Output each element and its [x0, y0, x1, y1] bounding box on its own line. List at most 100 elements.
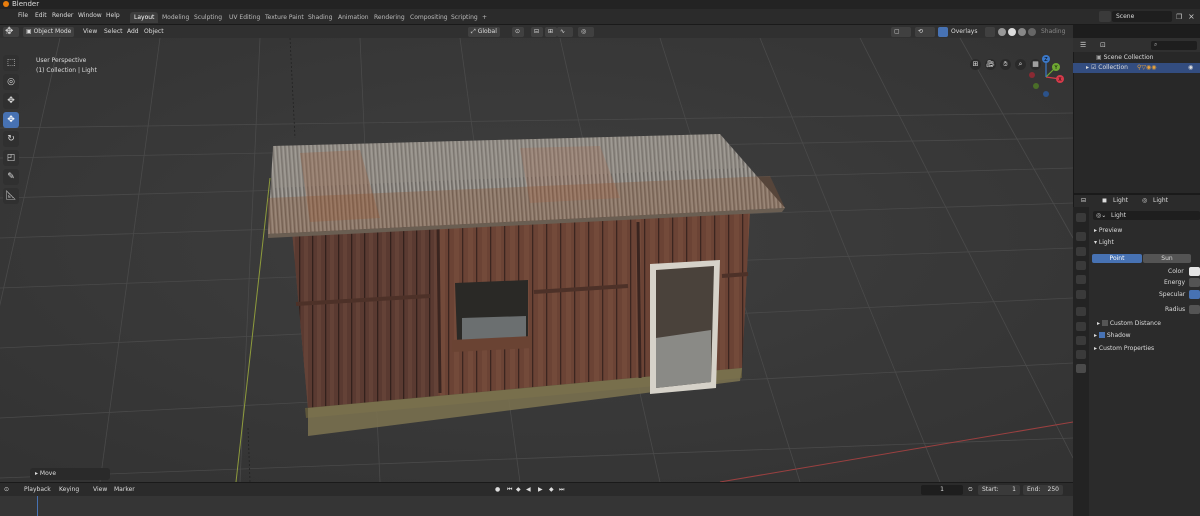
- menu-file[interactable]: File: [18, 12, 28, 19]
- object-tab-icon[interactable]: [1076, 307, 1086, 316]
- shading-solid-icon[interactable]: [1008, 28, 1016, 36]
- play-icon[interactable]: ▶: [538, 486, 543, 493]
- shading-material-icon[interactable]: [1018, 28, 1026, 36]
- render-tab-icon[interactable]: [1076, 232, 1086, 241]
- move-tool-active-icon[interactable]: ✥: [3, 112, 19, 128]
- gizmos-icon[interactable]: ⟲: [915, 27, 935, 37]
- proportional-edit-icon[interactable]: ∿: [557, 27, 573, 37]
- preview-panel-header[interactable]: ▸ Preview: [1094, 227, 1122, 234]
- custom-distance-checkbox[interactable]: [1101, 320, 1108, 326]
- energy-field[interactable]: [1189, 278, 1200, 287]
- color-swatch[interactable]: [1189, 267, 1200, 276]
- specular-slider[interactable]: [1189, 290, 1200, 299]
- view-layer-tab-icon[interactable]: [1076, 261, 1086, 270]
- tab-compositing[interactable]: Compositing: [406, 12, 452, 23]
- radius-field[interactable]: [1189, 305, 1200, 314]
- datablock-browse-icon[interactable]: ◎⌄: [1096, 212, 1106, 219]
- visibility-eye-icon[interactable]: ◉: [1188, 63, 1193, 73]
- perspective-toggle-icon[interactable]: ▦: [1030, 59, 1041, 70]
- hand-pan-icon[interactable]: ✋︎: [1000, 59, 1011, 70]
- tab-rendering[interactable]: Rendering: [370, 12, 409, 23]
- tab-texture-paint[interactable]: Texture Paint: [261, 12, 308, 23]
- scale-icon[interactable]: ◰: [3, 150, 19, 166]
- visibility-icon[interactable]: ◎: [578, 27, 594, 37]
- scene-field[interactable]: Scene: [1112, 11, 1172, 22]
- jump-end-icon[interactable]: ⏭: [559, 486, 564, 494]
- view-camera-grid-icon[interactable]: ⊞: [970, 59, 981, 70]
- snap-toggle-icon[interactable]: ⊟: [531, 27, 543, 37]
- scene-copy-icon[interactable]: ❐: [1176, 13, 1184, 21]
- select-box-icon[interactable]: ⬚: [3, 55, 19, 71]
- tab-scripting[interactable]: Scripting: [447, 12, 482, 23]
- scene-tab-icon[interactable]: [1076, 275, 1086, 284]
- expand-arrow-icon[interactable]: ▸: [1086, 64, 1089, 71]
- tab-modeling[interactable]: Modeling: [158, 12, 193, 23]
- shadow-panel-header[interactable]: ▸ Shadow: [1094, 332, 1131, 339]
- marker-menu[interactable]: Marker: [114, 486, 135, 493]
- mode-dropdown[interactable]: ▣ Object Mode: [23, 27, 75, 37]
- keying-menu[interactable]: Keying: [59, 486, 79, 493]
- rotate-icon[interactable]: ↻: [3, 131, 19, 147]
- shadow-checkbox[interactable]: [1098, 332, 1105, 338]
- tab-uv-editing[interactable]: UV Editing: [225, 12, 264, 23]
- navigation-gizmo[interactable]: X Y Z: [1022, 53, 1070, 103]
- record-icon[interactable]: ●: [495, 486, 500, 493]
- camera-icon[interactable]: 🎥︎: [985, 59, 996, 70]
- add-workspace-button[interactable]: +: [478, 12, 491, 23]
- collection-row[interactable]: ▸ ☑ Collection ⚲▽◉◉ ◉: [1073, 63, 1200, 73]
- xray-icon[interactable]: [985, 27, 995, 37]
- light-data-tab-icon[interactable]: [1076, 364, 1086, 373]
- last-operator-panel[interactable]: ▸ Move: [30, 468, 110, 480]
- constraints-tab-icon[interactable]: [1076, 350, 1086, 359]
- outliner-editor-icon[interactable]: ☰: [1080, 41, 1086, 49]
- light-type-point[interactable]: Point: [1092, 254, 1142, 263]
- gizmo-neg-x-icon[interactable]: [1029, 72, 1035, 78]
- properties-editor-icon[interactable]: ⊟: [1081, 197, 1086, 204]
- 3d-viewport[interactable]: X Y Z: [0, 38, 1073, 482]
- current-frame-field[interactable]: 1: [921, 485, 963, 495]
- next-keyframe-icon[interactable]: ◆: [549, 486, 554, 493]
- light-type-sun[interactable]: Sun: [1143, 254, 1191, 263]
- snap-target-icon[interactable]: ⊞: [545, 27, 557, 37]
- start-frame-field[interactable]: Start: 1: [978, 485, 1020, 495]
- custom-distance-panel-header[interactable]: ▸ Custom Distance: [1097, 320, 1161, 327]
- end-frame-field[interactable]: End: 250: [1023, 485, 1063, 495]
- pivot-icon[interactable]: ⊙: [512, 27, 524, 37]
- playhead[interactable]: [37, 496, 38, 516]
- light-panel-header[interactable]: ▾ Light: [1094, 239, 1114, 246]
- gizmo-neg-z-icon[interactable]: [1043, 91, 1049, 97]
- play-reverse-icon[interactable]: ◀: [526, 486, 531, 493]
- view-menu[interactable]: View: [80, 27, 100, 37]
- scene-browse-icon[interactable]: [1099, 11, 1111, 22]
- scene-collection-row[interactable]: ▣ Scene Collection: [1073, 53, 1200, 63]
- orientation-dropdown[interactable]: ⤢ Global: [468, 27, 500, 37]
- collection-check-icon[interactable]: ☑: [1091, 64, 1096, 71]
- modifiers-tab-icon[interactable]: [1076, 322, 1086, 331]
- playback-menu[interactable]: Playback: [24, 486, 51, 493]
- cursor-icon[interactable]: ◎: [3, 74, 19, 90]
- timeline-view-menu[interactable]: View: [93, 486, 107, 493]
- measure-icon[interactable]: 📐︎: [3, 188, 19, 204]
- overlays-dropdown[interactable]: Overlays: [948, 27, 980, 37]
- menu-edit[interactable]: Edit: [35, 12, 47, 19]
- custom-properties-panel-header[interactable]: ▸ Custom Properties: [1094, 345, 1154, 352]
- timeline-frames[interactable]: [0, 496, 1073, 516]
- shading-wireframe-icon[interactable]: [998, 28, 1006, 36]
- tab-layout[interactable]: Layout: [130, 12, 159, 23]
- annotate-icon[interactable]: ✎: [3, 169, 19, 185]
- tool-tab-icon[interactable]: [1076, 213, 1086, 222]
- zoom-icon[interactable]: ⌕: [1015, 59, 1026, 70]
- tab-shading[interactable]: Shading: [304, 12, 336, 23]
- move-icon[interactable]: ✥: [3, 93, 19, 109]
- scene-close-icon[interactable]: ×: [1188, 12, 1195, 21]
- light-datablock-field[interactable]: [1093, 211, 1200, 220]
- display-mode-icon[interactable]: ⊡: [1100, 41, 1106, 49]
- tab-animation[interactable]: Animation: [334, 12, 373, 23]
- object-menu[interactable]: Object: [141, 27, 167, 37]
- gizmo-neg-y-icon[interactable]: [1033, 83, 1039, 89]
- prev-keyframe-icon[interactable]: ◆: [516, 486, 521, 493]
- menu-window[interactable]: Window: [78, 12, 102, 19]
- timeline-editor-icon[interactable]: ⊙: [4, 486, 9, 493]
- view-object-types-icon[interactable]: ▢: [891, 27, 911, 37]
- output-tab-icon[interactable]: [1076, 247, 1086, 256]
